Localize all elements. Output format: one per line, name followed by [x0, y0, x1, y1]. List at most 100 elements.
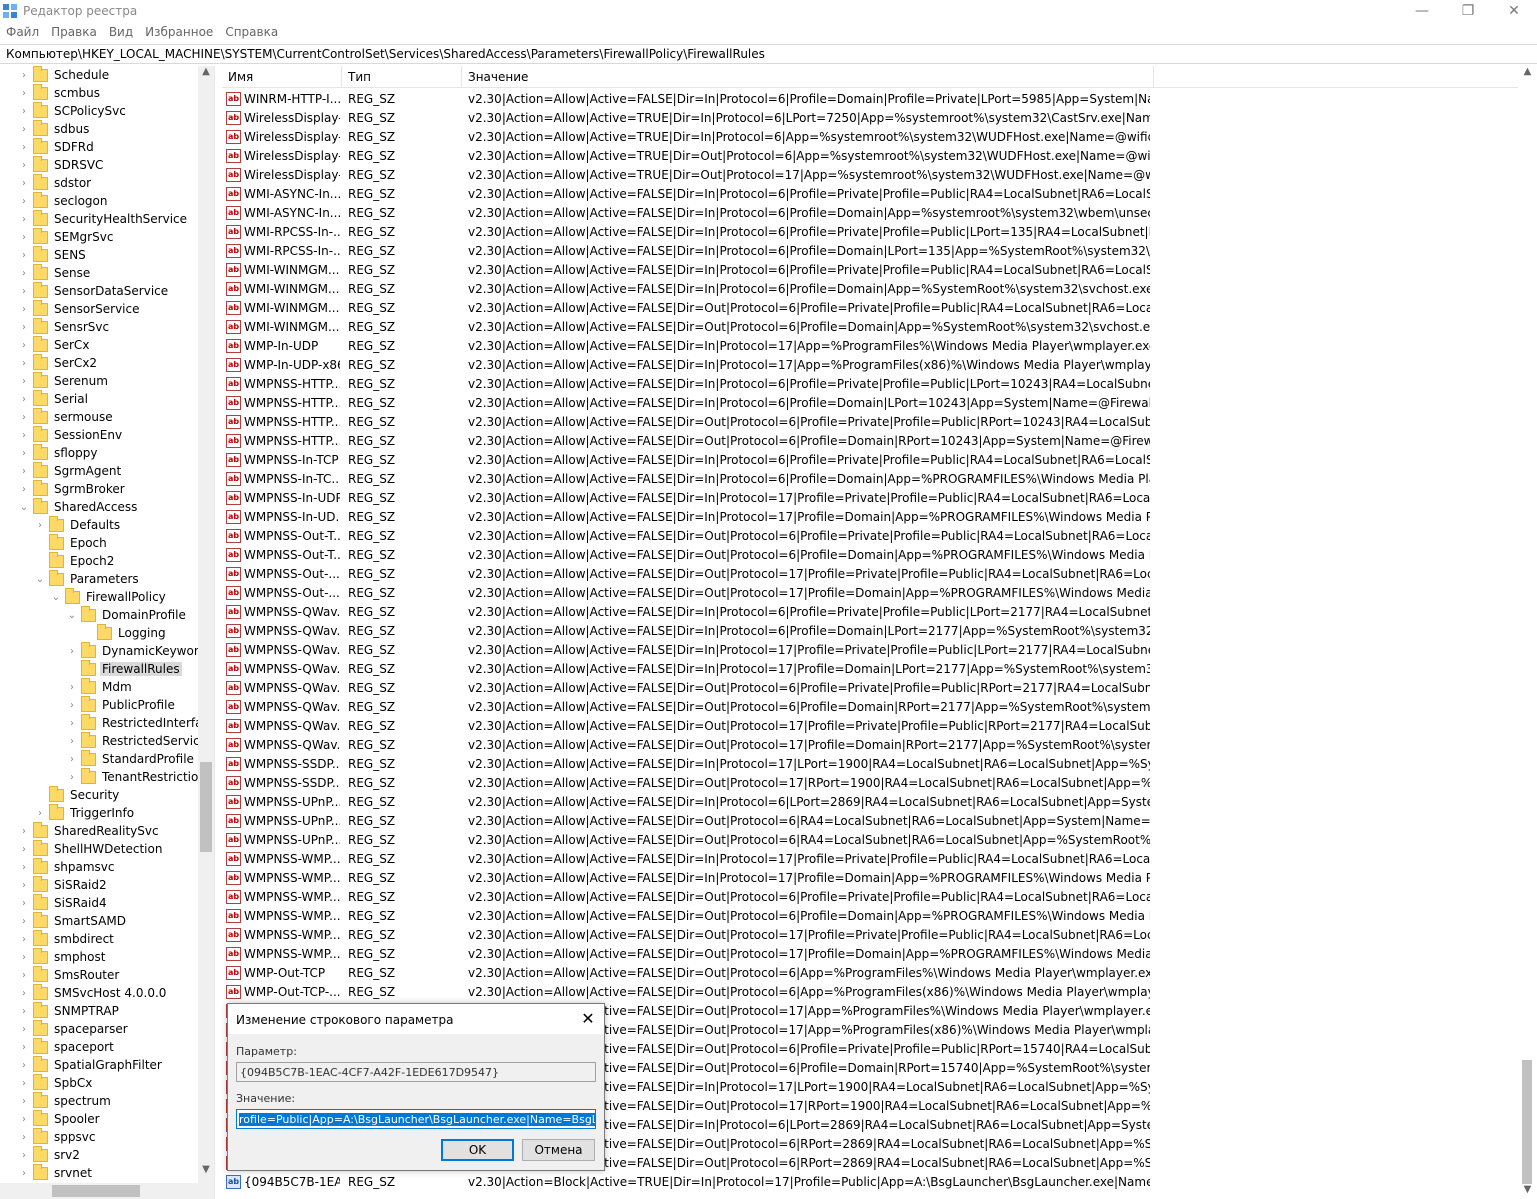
tree-item[interactable]: › srvnet — [18, 1163, 94, 1182]
tree-item[interactable]: › SensrSvc — [18, 317, 111, 336]
list-row[interactable]: ab WMPNSS-HTTP... REG_SZ v2.30|Action=Allow… — [222, 394, 1154, 413]
tree-item[interactable]: › SmartSAMD — [18, 911, 128, 930]
expand-chevron-icon[interactable]: › — [18, 174, 30, 192]
expand-chevron-icon[interactable]: › — [18, 462, 30, 480]
list-row[interactable]: ab WMPNSS-QWav... REG_SZ v2.30|Action=Allow… — [222, 717, 1154, 736]
tree-item[interactable]: › Defaults — [34, 515, 122, 534]
menu-edit[interactable]: Правка — [45, 22, 103, 42]
expand-chevron-icon[interactable]: › — [18, 840, 30, 858]
address-bar[interactable]: Компьютер\HKEY_LOCAL_MACHINE\SYSTEM\Curr… — [0, 44, 1537, 64]
expand-chevron-icon[interactable]: › — [18, 426, 30, 444]
list-row[interactable]: ab WMPNSS-UPnP... REG_SZ v2.30|Action=Allow… — [222, 793, 1154, 812]
list-row[interactable]: ab WMPNSS-UPnP... REG_SZ v2.30|Action=Allow… — [222, 831, 1154, 850]
tree-item[interactable]: › smphost — [18, 947, 107, 966]
tree-item[interactable]: ⌄ FirewallPolicy — [50, 587, 168, 606]
expand-chevron-icon[interactable]: › — [66, 696, 78, 714]
list-row[interactable]: ab WMP-Out-TCP-... REG_SZ v2.30|Action=Allo… — [222, 983, 1154, 1002]
expand-chevron-icon[interactable]: › — [18, 120, 30, 138]
expand-chevron-icon[interactable]: › — [66, 732, 78, 750]
collapse-chevron-icon[interactable]: ⌄ — [50, 588, 62, 606]
expand-chevron-icon[interactable]: › — [18, 210, 30, 228]
list-row[interactable]: ab WMI-WINMGM... REG_SZ v2.30|Action=Allow|… — [222, 299, 1154, 318]
tree-item[interactable]: Security — [34, 785, 121, 804]
list-scroll-thumb[interactable] — [1522, 1060, 1532, 1184]
tree-item[interactable]: › SgrmBroker — [18, 479, 127, 498]
list-row[interactable]: ab WMPNSS-QWav... REG_SZ v2.30|Action=Allow… — [222, 622, 1154, 641]
collapse-chevron-icon[interactable]: ⌄ — [18, 498, 30, 516]
tree-scroll-up-icon[interactable]: ▲ — [198, 66, 214, 82]
tree-item[interactable]: › SensorService — [18, 299, 141, 318]
list-row[interactable]: ab WMPNSS-HTTP... REG_SZ v2.30|Action=Allow… — [222, 432, 1154, 451]
tree-item[interactable]: Epoch — [34, 533, 109, 552]
tree-item[interactable]: ⌄ Parameters — [34, 569, 141, 588]
expand-chevron-icon[interactable]: › — [66, 750, 78, 768]
tree-item[interactable]: › sppsvc — [18, 1127, 97, 1146]
list-row[interactable]: ab WMPNSS-In-UDP REG_SZ v2.30|Action=Allow|… — [222, 489, 1154, 508]
expand-chevron-icon[interactable]: › — [18, 1074, 30, 1092]
list-row[interactable]: ab WMPNSS-SSDP... REG_SZ v2.30|Action=Allow… — [222, 755, 1154, 774]
tree-item[interactable]: › SENS — [18, 245, 88, 264]
tree-item[interactable]: › spaceport — [18, 1037, 116, 1056]
list-vertical-scrollbar[interactable] — [1518, 66, 1537, 1199]
expand-chevron-icon[interactable]: › — [66, 768, 78, 786]
list-row[interactable]: ab WMPNSS-SSDP... REG_SZ v2.30|Action=Allow… — [222, 774, 1154, 793]
menu-help[interactable]: Справка — [219, 22, 284, 42]
tree-item[interactable]: › Serenum — [18, 371, 110, 390]
tree-item[interactable]: › SMSvcHost 4.0.0.0 — [18, 983, 168, 1002]
expand-chevron-icon[interactable]: › — [18, 1092, 30, 1110]
tree-item[interactable]: › SDRSVC — [18, 155, 105, 174]
tree-hscroll-thumb[interactable] — [52, 1185, 140, 1197]
tree-item[interactable]: › TriggerInfo — [34, 803, 136, 822]
expand-chevron-icon[interactable]: › — [18, 282, 30, 300]
tree-vertical-scrollbar[interactable] — [198, 66, 214, 1183]
tree-item[interactable]: › SgrmAgent — [18, 461, 123, 480]
tree-item[interactable]: › TenantRestrictions — [66, 767, 214, 786]
tree-item[interactable]: › sdbus — [18, 119, 91, 138]
tree-item[interactable]: › SerCx — [18, 335, 91, 354]
tree-item[interactable]: › Mdm — [66, 677, 134, 696]
list-row[interactable]: ab{094B5C7B-1EA... REG_SZ v2.30|Action=Blo… — [222, 1173, 1154, 1192]
dialog-close-icon[interactable]: ✕ — [576, 1009, 600, 1029]
list-row[interactable]: ab WMPNSS-QWav... REG_SZ v2.30|Action=Allow… — [222, 698, 1154, 717]
tree-item[interactable]: › RestrictedServices — [66, 731, 214, 750]
expand-chevron-icon[interactable]: › — [18, 984, 30, 1002]
list-row[interactable]: ab WMPNSS-WMP... REG_SZ v2.30|Action=Allow|… — [222, 945, 1154, 964]
tree-item[interactable]: › SensorDataService — [18, 281, 170, 300]
expand-chevron-icon[interactable]: › — [18, 390, 30, 408]
expand-chevron-icon[interactable]: › — [18, 948, 30, 966]
tree-item[interactable]: › Sense — [18, 263, 92, 282]
list-row[interactable]: abWirelessDisplay-... REG_SZ v2.30|Action=… — [222, 109, 1154, 128]
list-row[interactable]: ab WMPNSS-UPnP... REG_SZ v2.30|Action=Allow… — [222, 812, 1154, 831]
list-row[interactable]: ab WMPNSS-WMP... REG_SZ v2.30|Action=Allow|… — [222, 850, 1154, 869]
expand-chevron-icon[interactable]: › — [18, 1164, 30, 1182]
column-value-header[interactable]: Значение — [462, 66, 1154, 88]
list-row[interactable]: ab WMPNSS-HTTP... REG_SZ v2.30|Action=Allow… — [222, 413, 1154, 432]
tree-item[interactable]: › Serial — [18, 389, 90, 408]
tree-item[interactable]: Logging — [82, 623, 168, 642]
list-row[interactable]: ab WMPNSS-Out-... REG_SZ v2.30|Action=Allow… — [222, 565, 1154, 584]
tree-item[interactable]: › ShellHWDetection — [18, 839, 164, 858]
expand-chevron-icon[interactable]: › — [18, 1110, 30, 1128]
list-row[interactable]: ab WMI-RPCSS-In-... REG_SZ v2.30|Action=All… — [222, 242, 1154, 261]
tree-item[interactable]: Epoch2 — [34, 551, 116, 570]
tree-item[interactable]: › srv2 — [18, 1145, 82, 1164]
expand-chevron-icon[interactable]: › — [18, 876, 30, 894]
tree-item[interactable]: › SpatialGraphFilter — [18, 1055, 164, 1074]
list-row[interactable]: ab WMP-In-UDP REG_SZ v2.30|Action=Allow|Act… — [222, 337, 1154, 356]
expand-chevron-icon[interactable]: › — [18, 930, 30, 948]
close-button[interactable]: ✕ — [1491, 0, 1537, 22]
expand-chevron-icon[interactable]: › — [18, 822, 30, 840]
list-scroll-up-icon[interactable]: ▲ — [1518, 66, 1537, 82]
pane-splitter[interactable] — [214, 66, 222, 1199]
menu-view[interactable]: Вид — [103, 22, 139, 42]
tree-item[interactable]: › SNMPTRAP — [18, 1001, 121, 1020]
tree-item[interactable]: › Schedule — [18, 66, 111, 84]
tree-item[interactable]: › RestrictedInterface — [66, 713, 214, 732]
expand-chevron-icon[interactable]: › — [18, 1128, 30, 1146]
tree-scroll-thumb[interactable] — [200, 762, 212, 852]
expand-chevron-icon[interactable]: › — [18, 966, 30, 984]
expand-chevron-icon[interactable]: › — [18, 318, 30, 336]
list-row[interactable]: ab WMPNSS-Out-T... REG_SZ v2.30|Action=Allo… — [222, 546, 1154, 565]
list-row[interactable]: ab WINRM-HTTP-I... REG_SZ v2.30|Action=Allo… — [222, 90, 1154, 109]
tree-item[interactable]: › PublicProfile — [66, 695, 177, 714]
